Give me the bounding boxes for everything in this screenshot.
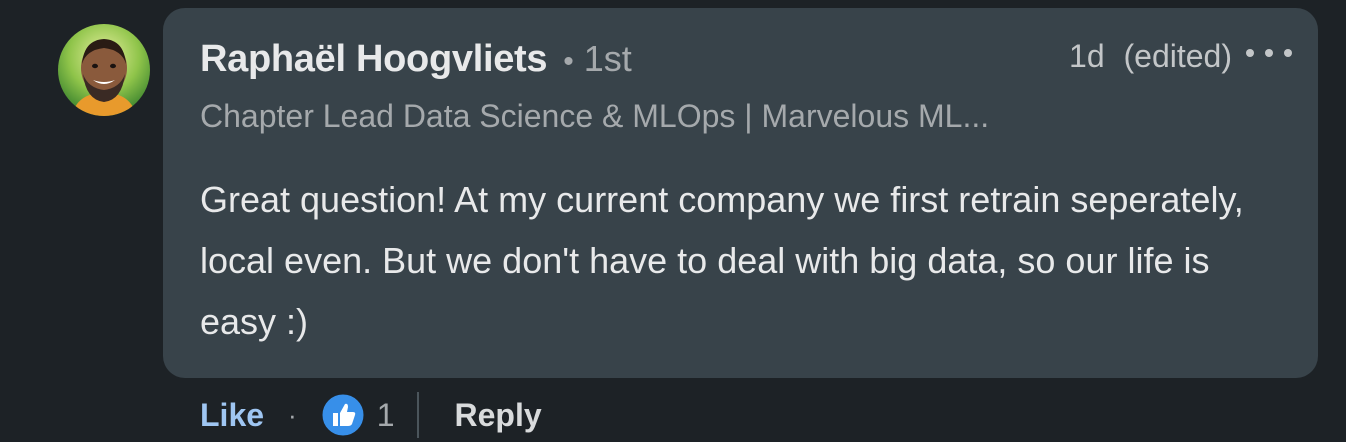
reaction-count[interactable]: 1: [377, 397, 395, 434]
comment-meta: 1d (edited): [1069, 38, 1232, 75]
thumbs-up-icon[interactable]: [321, 393, 365, 437]
connection-degree: 1st: [583, 38, 632, 79]
more-dots-icon: [1246, 49, 1254, 57]
comment-actions: Like · 1 Reply: [200, 390, 542, 440]
author-name[interactable]: Raphaël Hoogvliets: [200, 38, 548, 81]
actions-divider: [416, 392, 419, 438]
avatar[interactable]: [58, 24, 150, 116]
comment-header: Raphaël Hoogvliets • 1st: [200, 38, 632, 86]
like-button[interactable]: Like: [200, 397, 264, 434]
comment-timestamp: 1d: [1069, 38, 1105, 74]
comment-body: Great question! At my current company we…: [200, 179, 1244, 342]
author-headline: Chapter Lead Data Science & MLOps | Marv…: [200, 98, 990, 134]
more-options-button[interactable]: [1246, 38, 1292, 68]
edited-label: (edited): [1123, 38, 1233, 74]
avatar-photo: [58, 24, 150, 116]
comment-bubble: Raphaël Hoogvliets • 1st 1d (edited) Cha…: [163, 8, 1318, 378]
reply-button[interactable]: Reply: [455, 397, 542, 434]
action-separator: ·: [288, 399, 297, 430]
name-separator: •: [563, 45, 574, 78]
